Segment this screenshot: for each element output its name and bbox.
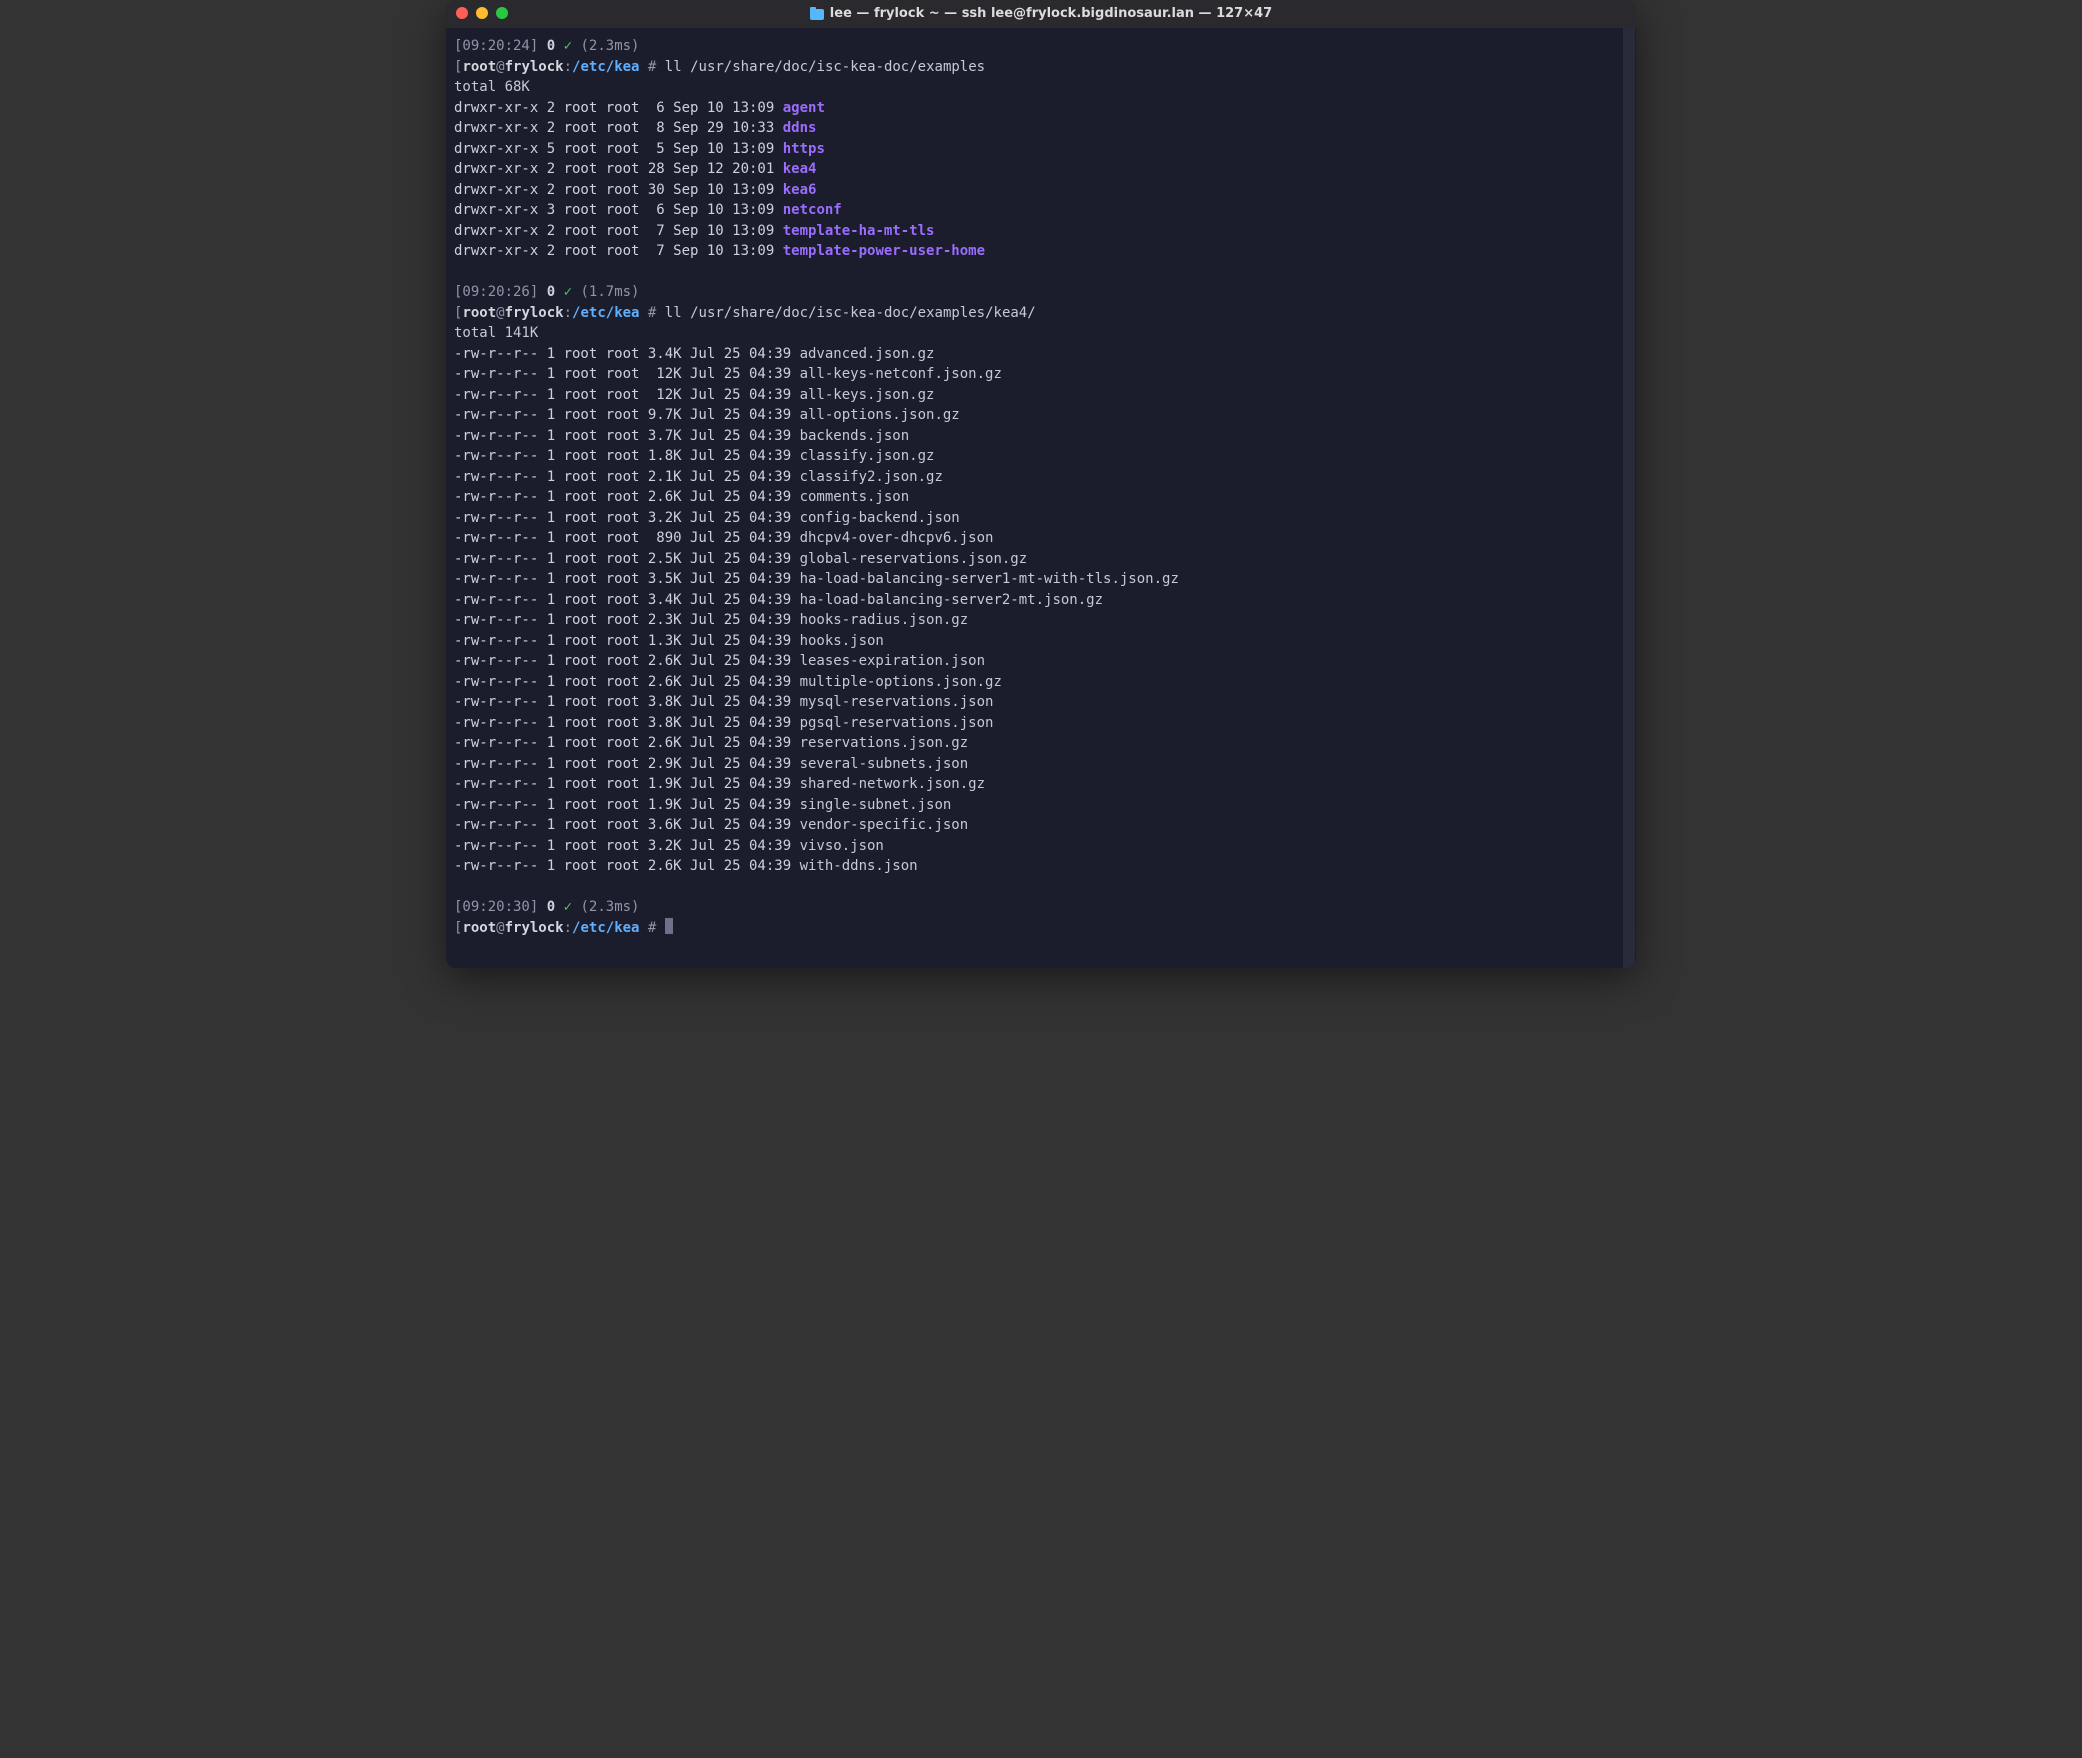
terminal-output[interactable]: [09:20:24] 0 ✓ (2.3ms) [root@frylock:/et… [446, 28, 1636, 968]
folder-icon [810, 9, 824, 20]
cursor [665, 918, 673, 934]
zoom-icon[interactable] [496, 7, 508, 19]
window-controls [456, 7, 508, 19]
scrollbar-track[interactable] [1623, 28, 1635, 968]
titlebar: lee — frylock ~ — ssh lee@frylock.bigdin… [446, 0, 1636, 28]
window-title: lee — frylock ~ — ssh lee@frylock.bigdin… [830, 4, 1272, 25]
close-icon[interactable] [456, 7, 468, 19]
minimize-icon[interactable] [476, 7, 488, 19]
terminal-window: lee — frylock ~ — ssh lee@frylock.bigdin… [446, 0, 1636, 968]
